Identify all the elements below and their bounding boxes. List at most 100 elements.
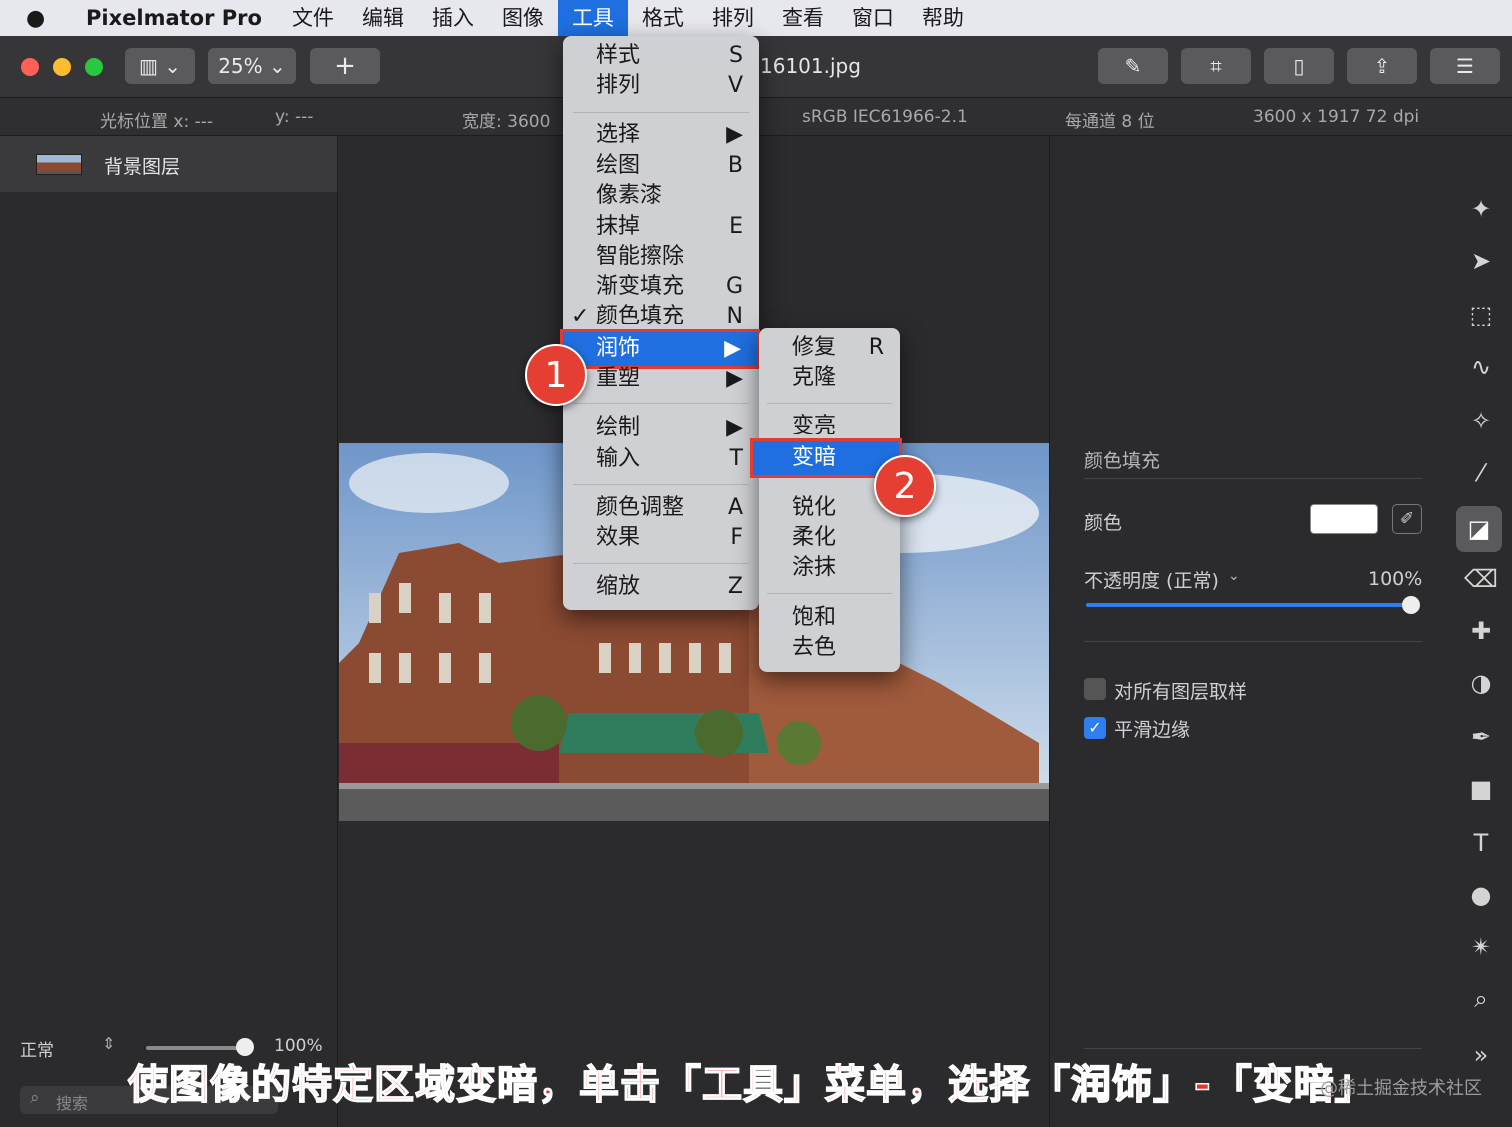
adjust-button[interactable]: ☰ (1430, 48, 1500, 84)
eyedropper-icon[interactable]: ✐ (1392, 504, 1422, 534)
menu-item-zoom[interactable]: 缩放 Z (563, 572, 759, 602)
menu-item-arrange[interactable]: 排列 V (563, 71, 759, 101)
menu-arrange[interactable]: 排列 (698, 0, 768, 36)
menu-edit[interactable]: 编辑 (348, 0, 418, 36)
menu-item-effects[interactable]: 效果 F (563, 523, 759, 553)
plus-icon: + (334, 51, 356, 81)
menu-item-pixel-paint[interactable]: 像素漆 (563, 181, 759, 211)
submenu-item-smudge[interactable]: 涂抹 (759, 553, 900, 583)
menu-file[interactable]: 文件 (278, 0, 348, 36)
more-tools-icon[interactable]: » (1464, 1038, 1498, 1072)
zoom-value: 25% (218, 54, 263, 78)
close-window-button[interactable] (21, 58, 39, 76)
sidebar-toggle-button[interactable]: ▥ ⌄ (125, 48, 195, 84)
opacity-label[interactable]: 不透明度 (正常) (1084, 566, 1219, 593)
magic-wand-icon[interactable]: ✧ (1464, 404, 1498, 438)
eraser-icon[interactable]: ⌫ (1464, 562, 1498, 596)
share-button[interactable]: ⇪ (1347, 48, 1417, 84)
color-label: 颜色 (1084, 512, 1123, 534)
menu-item-color-fill[interactable]: ✓ 颜色填充 N (563, 302, 759, 324)
menu-separator (767, 403, 892, 404)
opacity-value: 100% (1368, 568, 1423, 590)
arrange-arrow-icon[interactable]: ➤ (1464, 244, 1498, 278)
menu-separator (573, 563, 749, 564)
zoom-icon[interactable]: ⌕ (1464, 982, 1498, 1016)
blend-mode-select[interactable]: 正常 (20, 1036, 54, 1061)
menu-separator (573, 403, 749, 404)
menu-item-erase[interactable]: 抹掉 E (563, 212, 759, 242)
menu-item-gradient-fill[interactable]: 渐变填充 G (563, 272, 759, 302)
menu-bar: ● Pixelmator Pro 文件 编辑 插入 图像 工具 格式 排列 查看… (0, 0, 1512, 36)
cursor-x: 光标位置 x: --- (100, 112, 213, 132)
opacity-slider[interactable] (1086, 603, 1412, 607)
rect-select-icon[interactable]: ⬚ (1464, 298, 1498, 332)
lasso-icon[interactable]: ∿ (1464, 350, 1498, 384)
submenu-item-desaturate[interactable]: 去色 (759, 633, 900, 663)
color-adjust-icon[interactable]: ● (1464, 878, 1498, 912)
menu-insert[interactable]: 插入 (418, 0, 488, 36)
menu-separator (573, 484, 749, 485)
menu-view[interactable]: 查看 (768, 0, 838, 36)
zoom-dropdown[interactable]: 25% ⌄ (208, 48, 296, 84)
menu-separator (573, 112, 749, 113)
pen-icon[interactable]: ✒ (1464, 720, 1498, 754)
layer-row[interactable]: 背景图层 (0, 136, 337, 192)
paint-brush-icon[interactable]: ⁄ (1464, 456, 1498, 490)
submenu-item-clone[interactable]: 克隆 (759, 363, 900, 393)
submenu-item-saturate[interactable]: 饱和 (759, 603, 900, 633)
checkmark-icon: ✓ (571, 304, 590, 324)
menu-item-style[interactable]: 样式 S (563, 41, 759, 71)
document-icon: ▯ (1293, 54, 1305, 78)
style-tool-icon[interactable]: ✦ (1464, 192, 1498, 226)
submenu-item-repair[interactable]: 修复 R (759, 333, 900, 363)
search-placeholder: 搜索 (56, 1094, 89, 1113)
panel-section-title: 颜色填充 (1084, 450, 1161, 472)
menu-item-color-adjust[interactable]: 颜色调整 A (563, 493, 759, 523)
menu-help[interactable]: 帮助 (908, 0, 978, 36)
tools-button[interactable]: ✎ (1098, 48, 1168, 84)
share-icon: ⇪ (1373, 54, 1391, 78)
effects-icon[interactable]: ✴ (1464, 930, 1498, 964)
color-swatch[interactable] (1310, 504, 1378, 534)
divider (1084, 478, 1422, 479)
menu-window[interactable]: 窗口 (838, 0, 908, 36)
menu-item-paint[interactable]: 绘制 ▶ (563, 413, 759, 443)
menu-format[interactable]: 格式 (628, 0, 698, 36)
menu-item-reshape[interactable]: 重塑 ▶ (563, 364, 759, 394)
layer-thumbnail (36, 154, 82, 175)
menu-item-retouch[interactable]: 润饰 ▶ (560, 329, 760, 369)
submenu-item-lighten[interactable]: 变亮 (759, 412, 900, 434)
format-button[interactable]: ▯ (1264, 48, 1334, 84)
opacity-slider-knob[interactable] (1402, 596, 1420, 614)
distort-icon[interactable]: ◑ (1464, 666, 1498, 700)
menu-image[interactable]: 图像 (488, 0, 558, 36)
tools-menu: 样式 S 排列 V 选择 ▶ 绘图 B 像素漆 抹掉 E 智能擦除 渐变填充 G ✓ 颜色填充… (560, 36, 760, 610)
menu-tools[interactable]: 工具 (557, 0, 628, 36)
smooth-edges-checkbox[interactable]: ✓ (1084, 717, 1106, 739)
app-name-menu[interactable]: Pixelmator Pro (66, 6, 278, 30)
menu-item-draw[interactable]: 绘图 B (563, 151, 759, 181)
retouch-bandage-icon[interactable]: ✚ (1464, 614, 1498, 648)
tools-sidebar: ✦ ➤ ⬚ ∿ ✧ ⁄ ◪ ⌫ ✚ ◑ ✒ ■ T ● ✴ ⌕ » (1450, 136, 1512, 1127)
minimize-window-button[interactable] (53, 58, 71, 76)
zoom-window-button[interactable] (85, 58, 103, 76)
crop-button[interactable]: ⌗ (1181, 48, 1251, 84)
cursor-y: y: --- (275, 107, 314, 127)
paint-bucket-icon[interactable]: ◪ (1456, 506, 1502, 552)
text-icon[interactable]: T (1464, 826, 1498, 860)
apple-icon[interactable]: ● (26, 6, 66, 31)
up-down-chevron-icon[interactable]: ⇕ (102, 1034, 115, 1053)
menu-item-select[interactable]: 选择 ▶ (563, 120, 759, 150)
sample-all-checkbox[interactable] (1084, 678, 1106, 700)
menu-item-type[interactable]: 输入 T (563, 444, 759, 474)
menu-separator (767, 593, 892, 594)
submenu-item-soften[interactable]: 柔化 (759, 523, 900, 553)
layer-name: 背景图层 (104, 156, 181, 178)
crop-icon: ⌗ (1210, 54, 1222, 78)
layer-opacity-slider[interactable] (146, 1046, 246, 1050)
menu-item-smart-erase[interactable]: 智能擦除 (563, 242, 759, 272)
shape-icon[interactable]: ■ (1464, 772, 1498, 806)
chevron-down-icon[interactable]: ⌄ (1228, 568, 1240, 584)
brush-icon: ✎ (1124, 54, 1142, 78)
add-button[interactable]: + (310, 48, 380, 84)
